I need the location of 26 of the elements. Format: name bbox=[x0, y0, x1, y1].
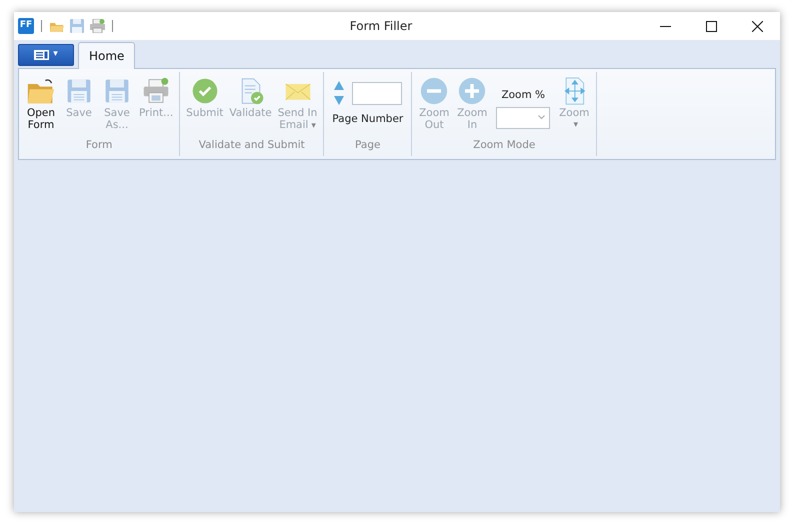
zoom-in-icon bbox=[457, 77, 488, 105]
app-icon: FF bbox=[18, 18, 34, 34]
group-label: Form bbox=[84, 138, 114, 154]
field-label: Zoom % bbox=[501, 88, 546, 103]
spin-arrows-icon[interactable] bbox=[334, 80, 344, 106]
app-menu-button[interactable]: ▾ bbox=[18, 44, 74, 66]
close-icon bbox=[752, 20, 762, 32]
zoom-combo[interactable] bbox=[496, 106, 550, 129]
group-label: Page bbox=[354, 138, 382, 154]
zoom-out-icon bbox=[419, 77, 450, 105]
ribbon-tab[interactable]: Home bbox=[78, 42, 136, 69]
save-icon[interactable] bbox=[70, 19, 84, 33]
folder-icon bbox=[26, 77, 56, 105]
window-title: Form Filler bbox=[350, 19, 412, 33]
printer-icon[interactable] bbox=[90, 19, 105, 33]
group-label: Zoom Mode bbox=[472, 138, 536, 154]
caret-icon: ▾ bbox=[311, 121, 316, 131]
menu-icon bbox=[34, 50, 50, 60]
ribbon-button[interactable]: Open Form bbox=[23, 76, 59, 138]
page-number-field[interactable] bbox=[352, 82, 402, 104]
field-label: Page Number bbox=[332, 112, 404, 127]
printer-icon bbox=[141, 77, 172, 105]
group-label: Validate and Submit bbox=[198, 138, 306, 154]
caret-icon: ▾ bbox=[573, 119, 578, 131]
maximize-icon bbox=[706, 20, 716, 32]
chevron-icon bbox=[538, 115, 546, 120]
